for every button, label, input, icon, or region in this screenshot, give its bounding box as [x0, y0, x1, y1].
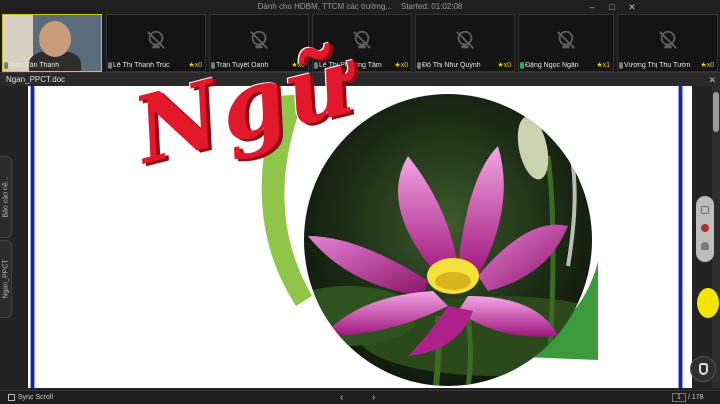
page-total: / 178 [688, 394, 704, 401]
person-icon[interactable] [701, 242, 709, 250]
mic-icon [520, 62, 524, 69]
laser-pointer [697, 288, 719, 318]
sync-scroll-toggle[interactable]: Sync Scroll [8, 391, 53, 404]
app-window: Dành cho HDBM, TTCM các trường... Starte… [0, 0, 720, 404]
camera-off-icon [456, 30, 474, 49]
side-tab-label: Ngan_PPCT [2, 259, 10, 299]
document-tab-bar: Ngan_PPCT.doc ✕ [0, 72, 720, 86]
mic-icon [4, 62, 8, 69]
star-count: ★x0 [497, 62, 511, 69]
meeting-started: Started: 01:02:08 [401, 2, 463, 11]
minimize-icon[interactable]: – [584, 0, 600, 14]
participant-strip: Trần Văn Thành Lê Thị Thanh Trúc ★x0 Trầ… [0, 14, 720, 72]
participant-tile[interactable]: Đỗ Thị Như Quỳnh ★x0 [415, 14, 515, 72]
camera-off-icon [147, 30, 165, 49]
chevron-right-icon[interactable]: › [372, 391, 375, 404]
bottom-bar: Sync Scroll ‹ › 1/ 178 [0, 390, 720, 404]
participant-tile[interactable]: Đặng Ngọc Ngân ★x1 [518, 14, 614, 72]
document-page[interactable]: Ngữ [28, 26, 692, 388]
star-count: ★x1 [596, 62, 610, 69]
star-count: ★x0 [700, 62, 714, 69]
participant-tile-speaker[interactable]: Trần Văn Thành [2, 14, 102, 72]
participant-tile[interactable]: Vương Thị Thu Tường ★x0 [617, 14, 718, 72]
floating-toolbar[interactable] [696, 196, 714, 262]
side-tab-ppct[interactable]: Ngan_PPCT [0, 240, 12, 318]
page-indicator: 1/ 178 [672, 391, 704, 404]
hand-raise-button[interactable] [690, 356, 716, 382]
pen-icon[interactable] [701, 206, 709, 214]
star-count: ★x0 [394, 62, 408, 69]
scrollbar-thumb[interactable] [713, 92, 719, 132]
mic-icon [108, 62, 112, 69]
close-icon[interactable]: ✕ [624, 0, 640, 14]
mic-icon [619, 62, 623, 69]
chevron-left-icon[interactable]: ‹ [340, 391, 343, 404]
maximize-icon[interactable]: □ [604, 0, 620, 14]
side-tab-label: Báo cáo nề... [2, 176, 10, 218]
document-filename[interactable]: Ngan_PPCT.doc [6, 73, 65, 87]
participant-name: Đặng Ngọc Ngân [525, 62, 579, 69]
camera-off-icon [557, 30, 575, 49]
side-tab-report[interactable]: Báo cáo nề... [0, 156, 12, 238]
close-icon[interactable]: ✕ [708, 73, 716, 87]
checkbox-icon[interactable] [8, 393, 15, 401]
camera-off-icon [658, 30, 677, 49]
participant-name: Đỗ Thị Như Quỳnh [422, 62, 481, 69]
video-person-head [39, 21, 71, 57]
mic-icon [417, 62, 421, 69]
meeting-title-bar: Dành cho HDBM, TTCM các trường... Starte… [0, 0, 720, 14]
meeting-title: Dành cho HDBM, TTCM các trường... [257, 2, 393, 11]
page-number-input[interactable]: 1 [672, 392, 686, 402]
annotation-icon[interactable] [701, 224, 709, 232]
hand-icon [699, 363, 708, 375]
participant-name: Trần Văn Thành [9, 62, 60, 69]
camera-off-icon [353, 30, 371, 49]
sync-scroll-label: Sync Scroll [18, 394, 54, 401]
participant-name: Vương Thị Thu Tường [624, 62, 690, 69]
